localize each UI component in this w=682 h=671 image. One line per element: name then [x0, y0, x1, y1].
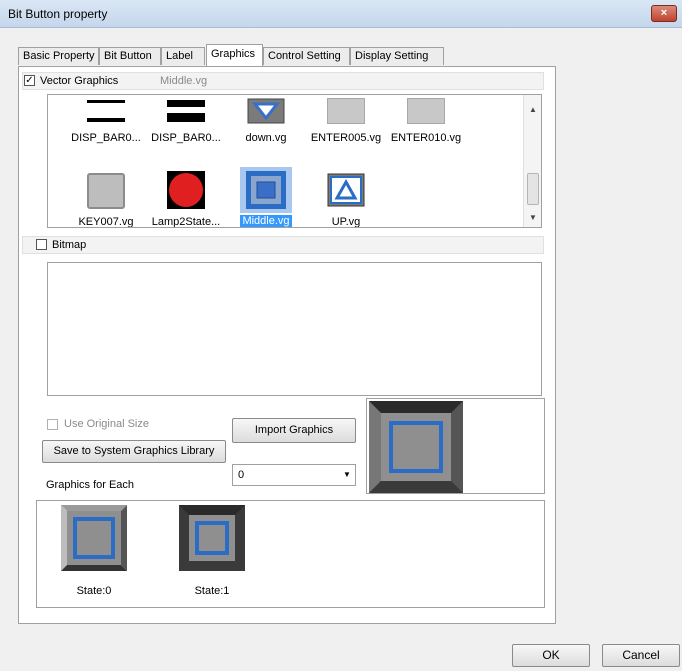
tab-label-text: Label — [166, 50, 193, 62]
tab-basic-property[interactable]: Basic Property — [18, 47, 99, 65]
item-caption: UP.vg — [331, 216, 361, 228]
bar-black-icon — [167, 100, 205, 122]
graphics-for-each-select[interactable]: 0 ▼ — [232, 464, 356, 486]
bitmap-list[interactable] — [47, 262, 542, 396]
states-panel: State:0 State:1 — [36, 500, 545, 608]
scroll-thumb[interactable] — [527, 173, 539, 205]
state-0-icon — [61, 505, 127, 571]
vector-graphics-checkbox[interactable]: ✓ — [24, 75, 35, 86]
red-lamp-icon — [167, 171, 205, 209]
select-value: 0 — [238, 469, 245, 481]
graphic-preview — [366, 398, 545, 494]
list-scrollbar[interactable]: ▲ ▼ — [523, 95, 541, 227]
title-bar: Bit Button property × — [0, 0, 682, 28]
tab-label: Display Setting — [355, 50, 429, 62]
tab-display-setting[interactable]: Display Setting — [350, 47, 444, 65]
preview-graphic — [369, 401, 463, 493]
state-item[interactable]: State:1 — [177, 505, 247, 601]
state-label: State:0 — [76, 585, 112, 597]
tab-graphics[interactable]: Graphics — [206, 44, 263, 66]
state-label: State:1 — [194, 585, 230, 597]
bar-white-icon — [87, 100, 125, 122]
item-caption: ENTER005.vg — [310, 132, 382, 144]
vector-graphics-list[interactable]: DISP_BAR0... DISP_BAR0... down.vg ENTER0… — [47, 94, 542, 228]
gray-square-icon — [407, 98, 445, 124]
bitmap-label: Bitmap — [52, 239, 87, 251]
item-caption: KEY007.vg — [78, 216, 134, 228]
graphics-for-each-label: Graphics for Each — [46, 479, 135, 491]
triangle-up-icon — [327, 173, 365, 207]
ok-button[interactable]: OK — [512, 644, 590, 667]
dialog-footer: OK Cancel — [0, 638, 682, 671]
use-original-size-label: Use Original Size — [64, 418, 149, 430]
item-caption: down.vg — [245, 132, 287, 144]
tab-label: Control Setting — [268, 50, 341, 62]
save-to-library-button[interactable]: Save to System Graphics Library — [42, 440, 226, 463]
blue-square-icon — [246, 171, 286, 209]
gray-square-icon — [327, 98, 365, 124]
import-graphics-button[interactable]: Import Graphics — [232, 418, 356, 443]
scroll-down-icon[interactable]: ▼ — [529, 213, 537, 222]
cancel-button[interactable]: Cancel — [602, 644, 680, 667]
item-caption: DISP_BAR0... — [151, 132, 221, 144]
use-original-size-checkbox[interactable] — [47, 419, 58, 430]
scroll-up-icon[interactable]: ▲ — [529, 105, 537, 114]
tab-label: Bit Button — [104, 50, 152, 62]
tab-label: Graphics — [211, 48, 256, 60]
state-1-icon — [179, 505, 245, 571]
triangle-down-icon — [247, 98, 285, 124]
state-item[interactable]: State:0 — [59, 505, 129, 601]
chevron-down-icon[interactable]: ▼ — [343, 470, 351, 479]
item-caption: Middle.vg — [240, 215, 292, 227]
bitmap-checkbox[interactable] — [36, 239, 47, 250]
bitmap-header — [22, 236, 544, 254]
item-caption: DISP_BAR0... — [71, 132, 141, 144]
gray-key-icon — [87, 173, 125, 209]
close-button[interactable]: × — [651, 5, 677, 22]
tab-label: Basic Property — [23, 50, 95, 62]
item-caption: ENTER010.vg — [390, 132, 462, 144]
item-caption: Lamp2State... — [151, 216, 221, 228]
tab-control-setting[interactable]: Control Setting — [263, 47, 350, 65]
vector-graphics-label: Vector Graphics — [40, 75, 119, 87]
current-file-label: Middle.vg — [160, 75, 208, 87]
tab-label[interactable]: Label — [161, 47, 205, 65]
tab-bit-button[interactable]: Bit Button — [99, 47, 161, 65]
close-icon: × — [660, 7, 668, 19]
window-title: Bit Button property — [8, 7, 108, 21]
